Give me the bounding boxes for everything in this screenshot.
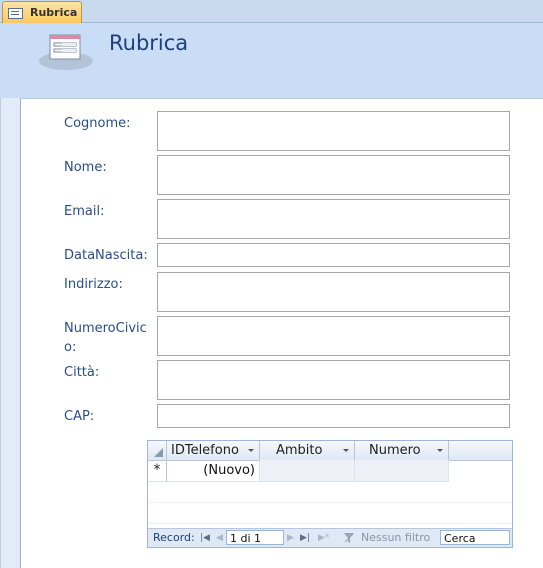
- indirizzo-field[interactable]: [157, 272, 510, 312]
- datanascita-field[interactable]: [157, 243, 510, 267]
- cognome-field[interactable]: [157, 111, 510, 151]
- no-filter-button[interactable]: Nessun filtro: [361, 529, 430, 547]
- label-cap: CAP:: [64, 409, 95, 424]
- record-label: Record:: [153, 531, 195, 544]
- label-citta: Città:: [64, 365, 100, 380]
- page-title: Rubrica: [109, 31, 189, 55]
- new-row-numero-cell[interactable]: [355, 460, 449, 482]
- new-row-idtelefono-cell[interactable]: (Nuovo): [167, 460, 260, 482]
- new-record-icon[interactable]: ▶*: [318, 532, 329, 544]
- tab-label: Rubrica: [30, 6, 78, 19]
- empty-row-divider: [148, 523, 512, 524]
- current-record-input[interactable]: 1 di 1: [226, 530, 284, 545]
- dropdown-arrow-icon[interactable]: [437, 449, 443, 452]
- label-email: Email:: [64, 204, 105, 219]
- label-nome: Nome:: [64, 160, 107, 175]
- column-label: IDTelefono: [171, 443, 239, 458]
- label-datanascita: DataNascita:: [64, 248, 148, 263]
- email-field[interactable]: [157, 199, 510, 239]
- empty-row-divider: [148, 502, 512, 503]
- form-icon: [8, 8, 23, 19]
- last-record-icon[interactable]: ▶|: [300, 532, 310, 544]
- form-header: Rubrica: [0, 23, 543, 99]
- column-header-ambito[interactable]: Ambito: [260, 441, 355, 460]
- record-selector[interactable]: [0, 98, 21, 568]
- nome-field[interactable]: [157, 155, 510, 195]
- citta-field[interactable]: [157, 360, 510, 400]
- datasheet-header: IDTelefono Ambito Numero: [148, 441, 512, 461]
- tab-rubrica[interactable]: Rubrica: [2, 1, 82, 23]
- new-row-ambito-cell[interactable]: [260, 460, 355, 482]
- select-all-button[interactable]: [148, 441, 167, 460]
- filter-icon: [344, 533, 354, 543]
- dropdown-arrow-icon[interactable]: [248, 449, 254, 452]
- label-cognome: Cognome:: [64, 116, 131, 131]
- new-row-value: (Nuovo): [203, 463, 255, 478]
- label-indirizzo: Indirizzo:: [64, 277, 123, 292]
- column-label: Ambito: [276, 443, 323, 458]
- column-header-idtelefono[interactable]: IDTelefono: [167, 441, 260, 460]
- phone-subform: IDTelefono Ambito Numero * (Nuovo) Recor…: [147, 440, 513, 548]
- new-record-marker[interactable]: *: [148, 460, 167, 482]
- first-record-icon[interactable]: |◀: [200, 532, 210, 544]
- cap-field[interactable]: [157, 404, 510, 428]
- previous-record-icon[interactable]: ◀: [216, 532, 223, 544]
- next-record-icon[interactable]: ▶: [287, 532, 294, 544]
- form-logo-icon: [39, 34, 93, 70]
- document-tab-bar: Rubrica: [0, 0, 543, 23]
- numerocivico-field[interactable]: [157, 316, 510, 356]
- column-header-numero[interactable]: Numero: [355, 441, 449, 460]
- dropdown-arrow-icon[interactable]: [343, 449, 349, 452]
- search-input[interactable]: Cerca: [440, 530, 510, 545]
- column-label: Numero: [369, 443, 421, 458]
- label-numerocivico: NumeroCivico:: [64, 321, 147, 355]
- record-navigation-bar: Record: |◀ ◀ 1 di 1 ▶ ▶| ▶* Nessun filtr…: [148, 528, 512, 547]
